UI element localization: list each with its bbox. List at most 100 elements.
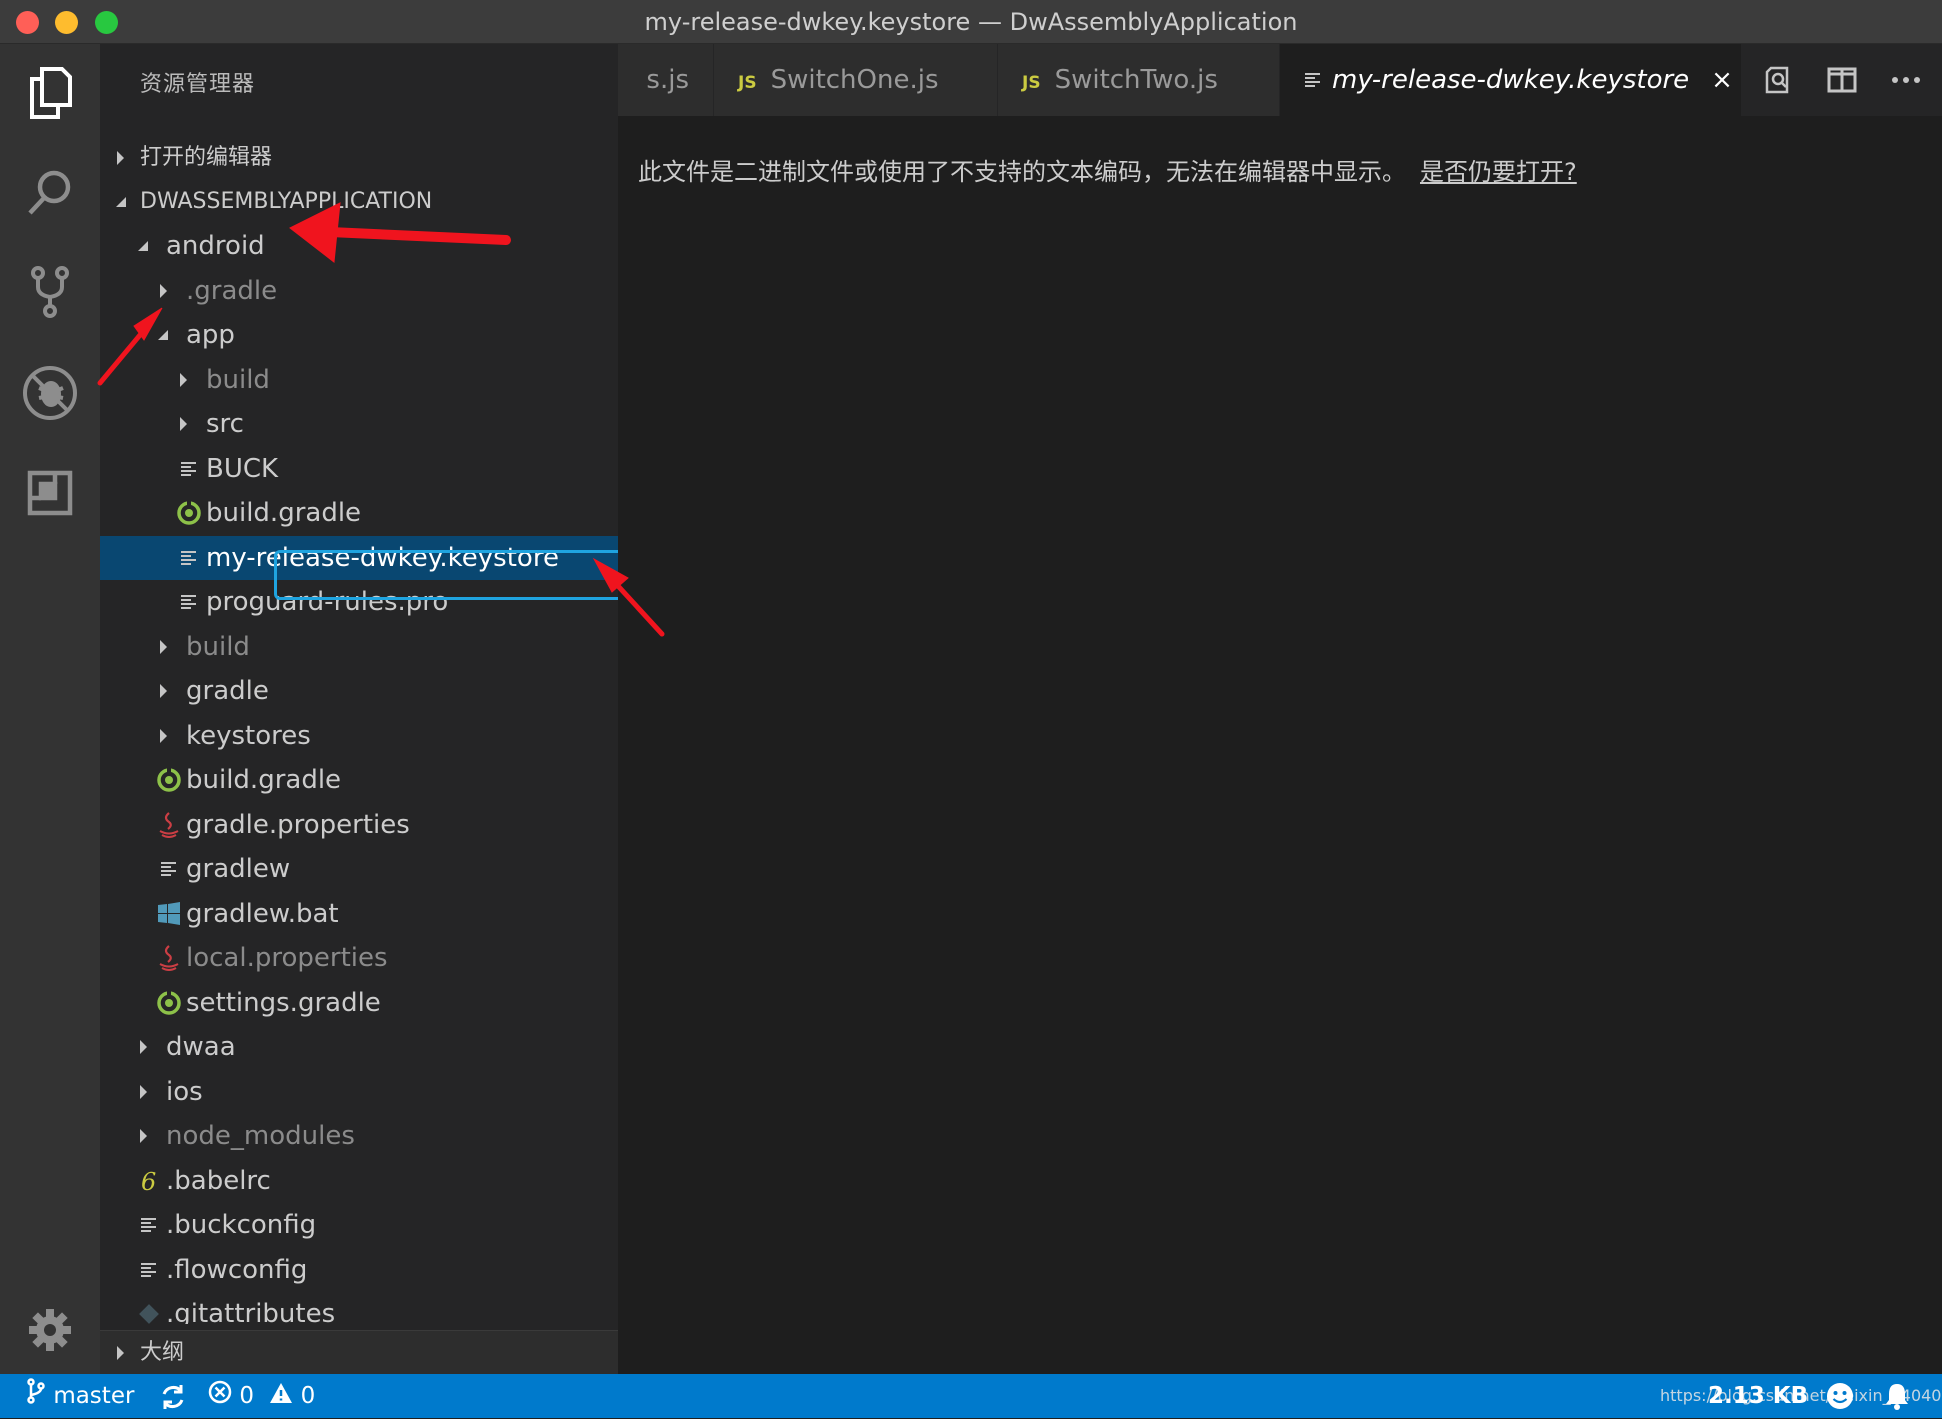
tree-item-label: .flowconfig — [166, 1254, 308, 1285]
project-section[interactable]: DWASSEMBLYAPPLICATION — [100, 180, 618, 224]
tree-item-label: .babelrc — [166, 1165, 271, 1196]
tree-item-label: build.gradle — [206, 498, 362, 528]
sync-icon[interactable] — [160, 1374, 186, 1418]
tree-file-settings-gradle[interactable]: settings.gradle — [100, 981, 618, 1025]
file-size[interactable]: 2.13 KB — [1708, 1374, 1808, 1418]
tab-s-js[interactable]: s.js — [618, 44, 714, 116]
extensions-icon[interactable] — [14, 457, 86, 529]
lines-icon — [176, 536, 202, 580]
outline-section[interactable]: 大纲 — [100, 1330, 618, 1374]
tree-file-gitattributes[interactable]: .gitattributes — [100, 1292, 618, 1324]
tree-item-label: .buckconfig — [166, 1210, 317, 1240]
tree-file-buck[interactable]: BUCK — [100, 447, 618, 491]
tree-folder-build[interactable]: build — [100, 625, 618, 669]
more-icon[interactable] — [1884, 58, 1928, 102]
gradle-icon — [156, 981, 182, 1025]
tree-item-label: src — [206, 409, 244, 439]
files-icon[interactable] — [14, 57, 86, 129]
tree-file-gradlew-bat[interactable]: gradlew.bat — [100, 892, 618, 936]
tree-folder-ios[interactable]: ios — [100, 1070, 618, 1114]
tree-folder-gradle[interactable]: gradle — [100, 669, 618, 713]
tree-folder-node-modules[interactable]: node_modules — [100, 1114, 618, 1158]
warning-icon — [269, 1375, 293, 1419]
tree-folder-gradle[interactable]: .gradle — [100, 269, 618, 313]
svg-text:6: 6 — [141, 1168, 156, 1194]
tree-file-build-gradle[interactable]: build.gradle — [100, 758, 618, 802]
tree-item-label: my-release-dwkey.keystore — [206, 542, 559, 573]
open-changes-icon[interactable] — [1756, 58, 1800, 102]
branch-name: master — [53, 1383, 135, 1409]
tree-folder-src[interactable]: src — [100, 402, 618, 446]
title-bar: my-release-dwkey.keystore — DwAssemblyAp… — [0, 0, 1942, 44]
tree-folder-dwaa[interactable]: dwaa — [100, 1025, 618, 1069]
tree-item-label: build — [206, 364, 270, 395]
gear-icon[interactable] — [14, 1294, 86, 1366]
debug-icon[interactable] — [14, 357, 86, 429]
window-title: my-release-dwkey.keystore — DwAssemblyAp… — [644, 8, 1298, 36]
tree-folder-keystores[interactable]: keystores — [100, 714, 618, 758]
tree-item-label: gradlew.bat — [186, 898, 339, 929]
git-branch-icon — [26, 1375, 46, 1419]
gradle-icon — [156, 758, 182, 802]
explorer-sidebar: 资源管理器 打开的编辑器 DWASSEMBLYAPPLICATION andro… — [100, 44, 618, 1374]
lines-icon — [136, 1203, 162, 1247]
tab-switchone-js[interactable]: JS SwitchOne.js — [714, 44, 998, 116]
status-bar: master 0 0 https://blog.csdn.net/weixin_… — [0, 1374, 1942, 1418]
tree-file-build-gradle[interactable]: build.gradle — [100, 491, 618, 535]
tree-folder-app[interactable]: app — [100, 313, 618, 357]
tab-label: my-release-dwkey.keystore — [1332, 65, 1690, 95]
tree-file-flowconfig[interactable]: .flowconfig — [100, 1248, 618, 1292]
outline-label: 大纲 — [140, 1340, 185, 1365]
tree-folder-build[interactable]: build — [100, 358, 618, 402]
tree-file-local-properties[interactable]: local.properties — [100, 936, 618, 980]
tree-file-gradlew[interactable]: gradlew — [100, 847, 618, 891]
js-file-icon: JS — [1022, 73, 1041, 93]
js-file-icon: JS — [738, 73, 757, 93]
split-editor-icon[interactable] — [1820, 58, 1864, 102]
git-icon — [136, 1292, 162, 1324]
smiley-feedback-icon[interactable] — [1826, 1382, 1854, 1410]
tree-item-label: settings.gradle — [186, 987, 381, 1018]
tab-label: SwitchOne.js — [770, 65, 939, 95]
chevron-right-icon — [114, 1331, 126, 1374]
open-editors-section[interactable]: 打开的编辑器 — [100, 136, 618, 180]
tree-file-buckconfig[interactable]: .buckconfig — [100, 1203, 618, 1247]
lines-icon — [156, 847, 182, 891]
source-control-icon[interactable] — [14, 256, 86, 328]
tab-keystore[interactable]: my-release-dwkey.keystore × — [1280, 44, 1742, 116]
tree-file-my-release-dwkey-keystore[interactable]: my-release-dwkey.keystore — [100, 535, 618, 580]
binary-file-message: 此文件是二进制文件或使用了不支持的文本编码，无法在编辑器中显示。 是否仍要打开? — [638, 152, 1577, 187]
branch-indicator[interactable]: master — [26, 1374, 134, 1419]
open-anyway-link[interactable]: 是否仍要打开? — [1420, 158, 1577, 186]
java-icon — [156, 803, 182, 847]
tree-item-label: .gitattributes — [166, 1299, 336, 1324]
lines-file-icon — [1304, 45, 1322, 117]
problems-indicator[interactable]: 0 0 — [208, 1374, 315, 1419]
java-icon — [156, 936, 182, 980]
tree-folder-android[interactable]: android — [100, 224, 618, 268]
warning-count: 0 — [300, 1383, 316, 1409]
search-icon[interactable] — [14, 156, 86, 228]
tree-item-label: .gradle — [186, 275, 278, 306]
tree-file-gradle-properties[interactable]: gradle.properties — [100, 803, 618, 847]
tree-item-label: gradle.properties — [186, 809, 410, 840]
tree-file-babelrc[interactable]: 6 .babelrc — [100, 1159, 618, 1203]
tree-item-label: proguard-rules.pro — [206, 587, 449, 617]
tab-switchtwo-js[interactable]: JS SwitchTwo.js — [998, 44, 1280, 116]
open-editors-label: 打开的编辑器 — [140, 145, 273, 170]
windows-icon — [156, 892, 182, 936]
tree-item-label: app — [186, 320, 235, 350]
lines-icon — [176, 447, 202, 491]
lines-icon — [176, 580, 202, 624]
tree-item-label: dwaa — [166, 1032, 236, 1062]
binary-file-text: 此文件是二进制文件或使用了不支持的文本编码，无法在编辑器中显示。 — [638, 158, 1406, 186]
bell-icon[interactable] — [1884, 1382, 1910, 1410]
tab-label: SwitchTwo.js — [1054, 65, 1218, 95]
tree-item-label: build.gradle — [186, 765, 342, 795]
tab-label: s.js — [646, 65, 689, 95]
tree-file-proguard-rules-pro[interactable]: proguard-rules.pro — [100, 580, 618, 624]
editor-tab-bar: s.js JS SwitchOne.js JS SwitchTwo.js my-re… — [618, 44, 1942, 116]
tree-item-label: ios — [166, 1076, 203, 1107]
close-icon[interactable]: × — [1711, 65, 1733, 95]
tree-item-label: BUCK — [206, 453, 279, 484]
